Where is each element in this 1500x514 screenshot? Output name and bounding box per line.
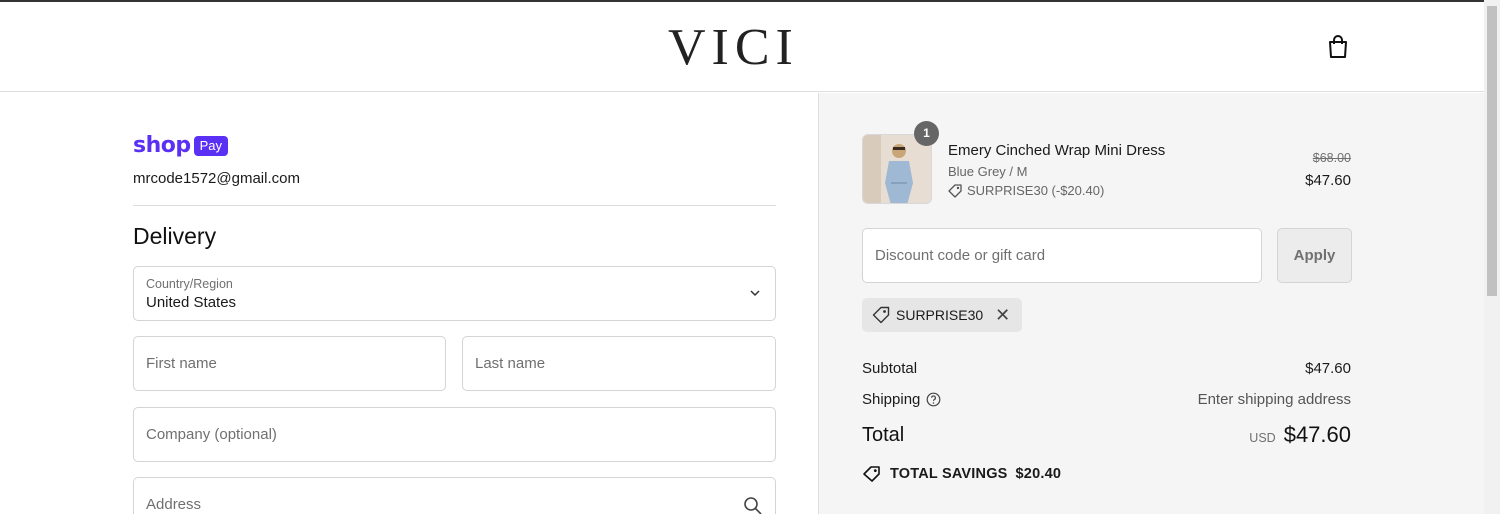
country-value: United States xyxy=(146,294,237,311)
search-icon xyxy=(744,497,762,514)
shoppay-logo: shop xyxy=(133,133,191,158)
chevron-down-icon xyxy=(750,290,760,297)
product-discount: SURPRISE30 (-$20.40) xyxy=(948,183,1104,198)
item-price: $47.60 xyxy=(1305,172,1351,189)
last-name-field[interactable]: Last name xyxy=(462,336,776,391)
brand-logo[interactable]: VICI xyxy=(668,20,799,76)
savings-label: TOTAL SAVINGS xyxy=(890,466,1008,482)
last-name-placeholder: Last name xyxy=(475,355,546,372)
address-placeholder: Address xyxy=(146,496,202,513)
checkout-form: shop Pay mrcode1572@gmail.com Delivery C… xyxy=(0,93,818,514)
original-price: $68.00 xyxy=(1312,151,1351,165)
total-amount: USD $47.60 xyxy=(1249,422,1351,448)
tag-icon xyxy=(872,306,890,324)
delivery-heading: Delivery xyxy=(133,223,217,249)
quantity-badge: 1 xyxy=(914,121,939,146)
close-icon[interactable]: ✕ xyxy=(995,306,1010,324)
applied-discount-code: SURPRISE30 xyxy=(896,307,984,323)
address-field[interactable]: Address xyxy=(133,477,776,514)
country-select[interactable]: Country/Region United States xyxy=(133,266,776,321)
country-label: Country/Region xyxy=(146,277,233,291)
product-name: Emery Cinched Wrap Mini Dress xyxy=(948,142,1166,159)
shoppay-button[interactable]: shop Pay xyxy=(133,133,229,158)
first-name-placeholder: First name xyxy=(146,355,217,372)
order-summary: 1 Emery Cinched Wrap Mini Dress Blue Gre… xyxy=(818,93,1484,514)
discount-placeholder: Discount code or gift card xyxy=(875,247,1046,264)
applied-discount-chip: SURPRISE30 ✕ xyxy=(862,298,1023,332)
apply-button[interactable]: Apply xyxy=(1277,228,1352,283)
first-name-field[interactable]: First name xyxy=(133,336,446,391)
product-discount-label: SURPRISE30 (-$20.40) xyxy=(967,183,1105,198)
total-label: Total xyxy=(862,424,905,446)
shipping-value: Enter shipping address xyxy=(1197,391,1351,408)
tag-icon xyxy=(863,466,880,482)
subtotal-label: Subtotal xyxy=(862,360,918,377)
total-currency: USD xyxy=(1249,431,1276,445)
account-email: mrcode1572@gmail.com xyxy=(133,170,300,187)
discount-code-input[interactable]: Discount code or gift card xyxy=(862,228,1262,283)
total-value: $47.60 xyxy=(1283,422,1351,447)
tag-icon xyxy=(948,183,962,198)
shoppay-pay-badge: Pay xyxy=(193,135,229,156)
scrollbar-thumb[interactable] xyxy=(1487,6,1497,296)
total-savings: TOTAL SAVINGS $20.40 xyxy=(862,465,1061,483)
shopping-bag-icon[interactable] xyxy=(1326,34,1350,60)
divider xyxy=(133,205,776,206)
question-circle-icon[interactable] xyxy=(926,392,941,407)
subtotal-value: $47.60 xyxy=(1305,360,1351,377)
product-variant: Blue Grey / M xyxy=(948,164,1028,179)
shipping-row-label: Shipping xyxy=(862,391,941,408)
site-header: VICI xyxy=(0,2,1484,92)
company-placeholder: Company (optional) xyxy=(146,426,277,443)
company-field[interactable]: Company (optional) xyxy=(133,407,776,462)
savings-value: $20.40 xyxy=(1015,466,1062,482)
shipping-label: Shipping xyxy=(862,391,921,408)
